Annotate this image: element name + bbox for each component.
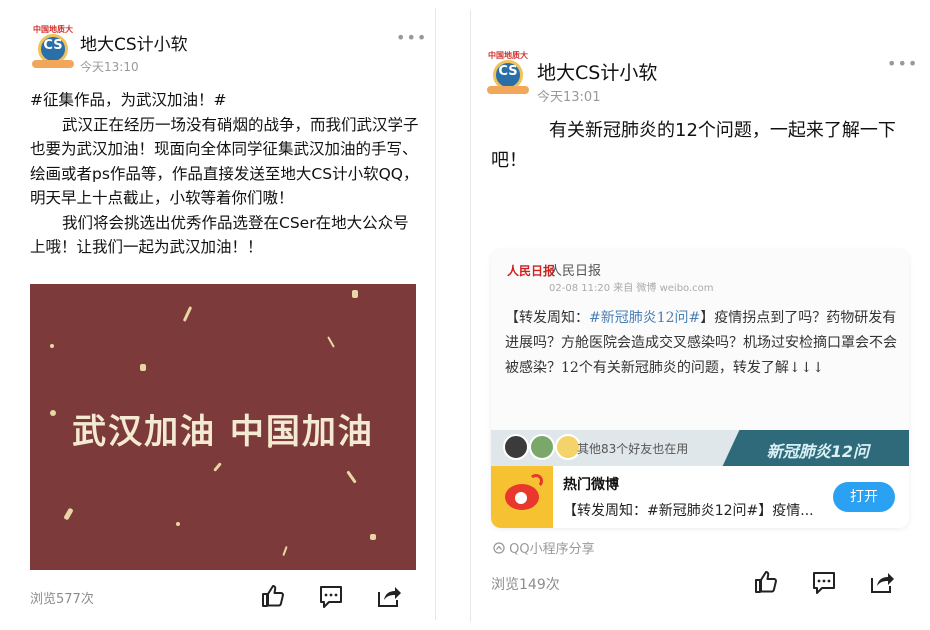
friend-avatar — [529, 434, 555, 460]
more-icon[interactable]: ••• — [396, 28, 427, 47]
comment-icon[interactable] — [318, 584, 344, 610]
weibo-screenshot: 人民日报 人民日报 02-08 11:20 来自 微博 weibo.com 【转… — [491, 250, 909, 430]
weibo-source-name: 人民日报 — [549, 264, 602, 279]
weibo-post-tag[interactable]: #新冠肺炎12问# — [589, 310, 700, 326]
mini-program-label: QQ小程序分享 — [509, 542, 595, 557]
account-name[interactable]: 地大CS计小软 — [537, 58, 657, 85]
post-time: 今天13:10 — [80, 60, 139, 74]
poster-image[interactable]: 武汉加油 中国加油 — [30, 284, 416, 570]
more-icon[interactable]: ••• — [887, 54, 918, 73]
account-avatar[interactable]: 中国地质大学 CS — [30, 24, 76, 68]
weibo-post-prefix: 【转发周知： — [505, 310, 589, 326]
account-name[interactable]: 地大CS计小软 — [80, 30, 188, 55]
banner-title: 新冠肺炎12问 — [766, 442, 869, 461]
avatar-cs-text: CS — [498, 64, 518, 79]
weibo-post-text: 【转发周知：#新冠肺炎12问#】疫情拐点到了吗？药物研发有进展吗？方舱医院会造成… — [505, 306, 905, 381]
mini-program-desc: 【转发周知：#新冠肺炎12问#】疫情... — [563, 503, 814, 519]
weibo-logo-icon — [491, 466, 553, 528]
post-paragraph: 我们将会挑选出优秀作品选登在CSer在地大公众号上哦！让我们一起为武汉加油！！ — [30, 213, 409, 257]
post-body: #征集作品，为武汉加油！# 武汉正在经历一场没有硝烟的战争，而我们武汉学子也要为… — [30, 88, 420, 260]
poster-title: 武汉加油 中国加油 — [72, 412, 374, 452]
avatar-cs-text: CS — [43, 38, 63, 53]
post-body: 有关新冠肺炎的12个问题，一起来了解一下吧！ — [491, 120, 896, 171]
post-card-left: 中国地质大学 CS 地大CS计小软 今天13:10 ••• #征集作品，为武汉加… — [14, 8, 436, 620]
post-time: 今天13:01 — [537, 90, 601, 105]
thumbs-up-icon[interactable] — [260, 583, 286, 609]
view-count: 浏览149次 — [491, 577, 560, 593]
mini-program-strip[interactable]: 热门微博 【转发周知：#新冠肺炎12问#】疫情... 打开 — [491, 466, 909, 528]
post-paragraph: 武汉正在经历一场没有硝烟的战争，而我们武汉学子也要为武汉加油！现面向全体同学征集… — [30, 115, 419, 208]
friends-banner: 其他83个好友也在用 新冠肺炎12问 — [491, 430, 909, 466]
post-hashtag: #征集作品，为武汉加油！# — [30, 91, 227, 109]
thumbs-up-icon[interactable] — [753, 569, 779, 595]
peoples-daily-logo: 人民日报 — [507, 264, 556, 278]
comment-icon[interactable] — [811, 570, 837, 596]
account-avatar[interactable]: 中国地质大学 CS — [485, 50, 531, 94]
mini-program-name: 热门微博 — [563, 477, 619, 493]
open-button[interactable]: 打开 — [833, 482, 895, 512]
mini-program-icon — [493, 542, 505, 554]
weibo-share-card[interactable]: 人民日报 人民日报 02-08 11:20 来自 微博 weibo.com 【转… — [491, 250, 909, 528]
weibo-source-meta: 02-08 11:20 来自 微博 weibo.com — [549, 283, 714, 294]
mini-program-share[interactable]: QQ小程序分享 — [493, 538, 595, 557]
friend-avatar — [503, 434, 529, 460]
friends-using-text: 其他83个好友也在用 — [577, 442, 689, 456]
share-icon[interactable] — [376, 583, 402, 609]
view-count: 浏览577次 — [30, 592, 94, 607]
post-card-right: 中国地质大学 CS 地大CS计小软 今天13:01 ••• 有关新冠肺炎的12个… — [470, 10, 925, 622]
share-icon[interactable] — [869, 569, 895, 595]
